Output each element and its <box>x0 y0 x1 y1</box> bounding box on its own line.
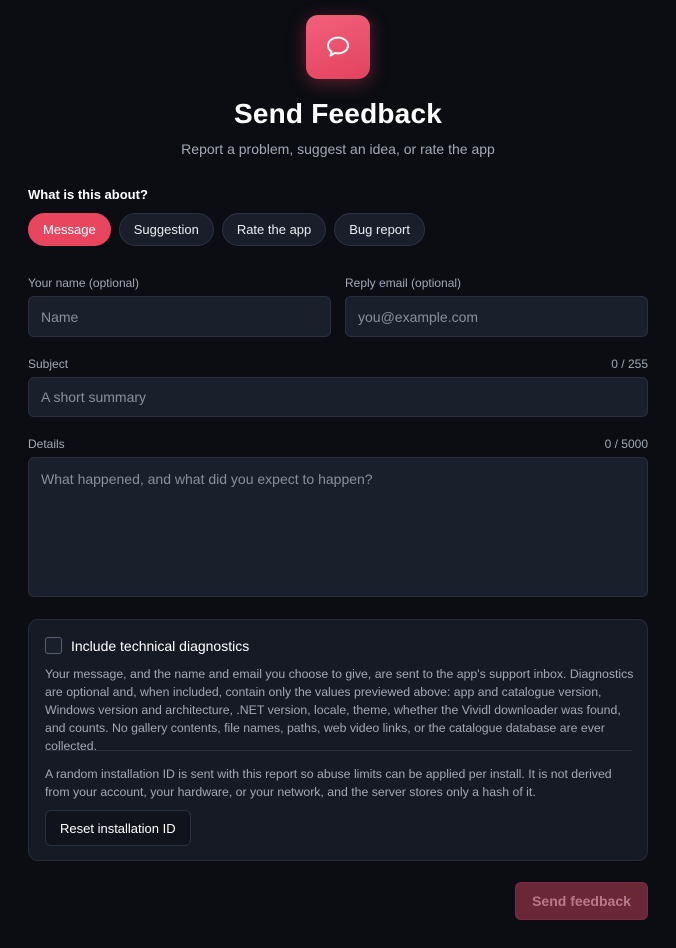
diagnostics-checkbox-label[interactable]: Include technical diagnostics <box>71 638 249 654</box>
app-logo <box>306 15 370 79</box>
details-counter: 0 / 5000 <box>604 437 648 451</box>
category-chips: Message Suggestion Rate the app Bug repo… <box>28 213 425 246</box>
diagnostics-checkbox[interactable] <box>45 637 62 654</box>
name-input[interactable] <box>28 296 331 337</box>
page-subtitle: Report a problem, suggest an idea, or ra… <box>181 141 495 157</box>
subject-label: Subject <box>28 357 69 371</box>
diagnostics-checkbox-row[interactable]: Include technical diagnostics <box>45 637 249 654</box>
send-feedback-button[interactable]: Send feedback <box>515 882 648 920</box>
chip-message[interactable]: Message <box>28 213 111 246</box>
name-label: Your name (optional) <box>28 276 139 290</box>
details-label: Details <box>28 437 65 451</box>
email-input[interactable] <box>345 296 648 337</box>
feedback-page: Send Feedback Report a problem, suggest … <box>0 0 676 948</box>
chip-suggestion[interactable]: Suggestion <box>118 213 214 246</box>
page-title: Send Feedback <box>233 98 442 129</box>
installation-id-note: A random installation ID is sent with th… <box>45 767 612 799</box>
details-textarea[interactable] <box>28 457 648 597</box>
subject-counter: 0 / 255 <box>611 357 648 371</box>
subject-input[interactable] <box>28 377 648 417</box>
chip-rate-the-app[interactable]: Rate the app <box>221 213 327 246</box>
diagnostics-description: Your message, and the name and email you… <box>45 667 634 753</box>
speech-bubble-icon <box>327 36 349 57</box>
reset-installation-id-button[interactable]: Reset installation ID <box>45 810 191 846</box>
email-label: Reply email (optional) <box>345 276 462 290</box>
diagnostics-divider <box>45 750 632 751</box>
chip-bug-report[interactable]: Bug report <box>334 213 425 246</box>
category-label: What is this about? <box>28 187 148 202</box>
diagnostics-panel: Include technical diagnostics Your messa… <box>28 619 648 861</box>
